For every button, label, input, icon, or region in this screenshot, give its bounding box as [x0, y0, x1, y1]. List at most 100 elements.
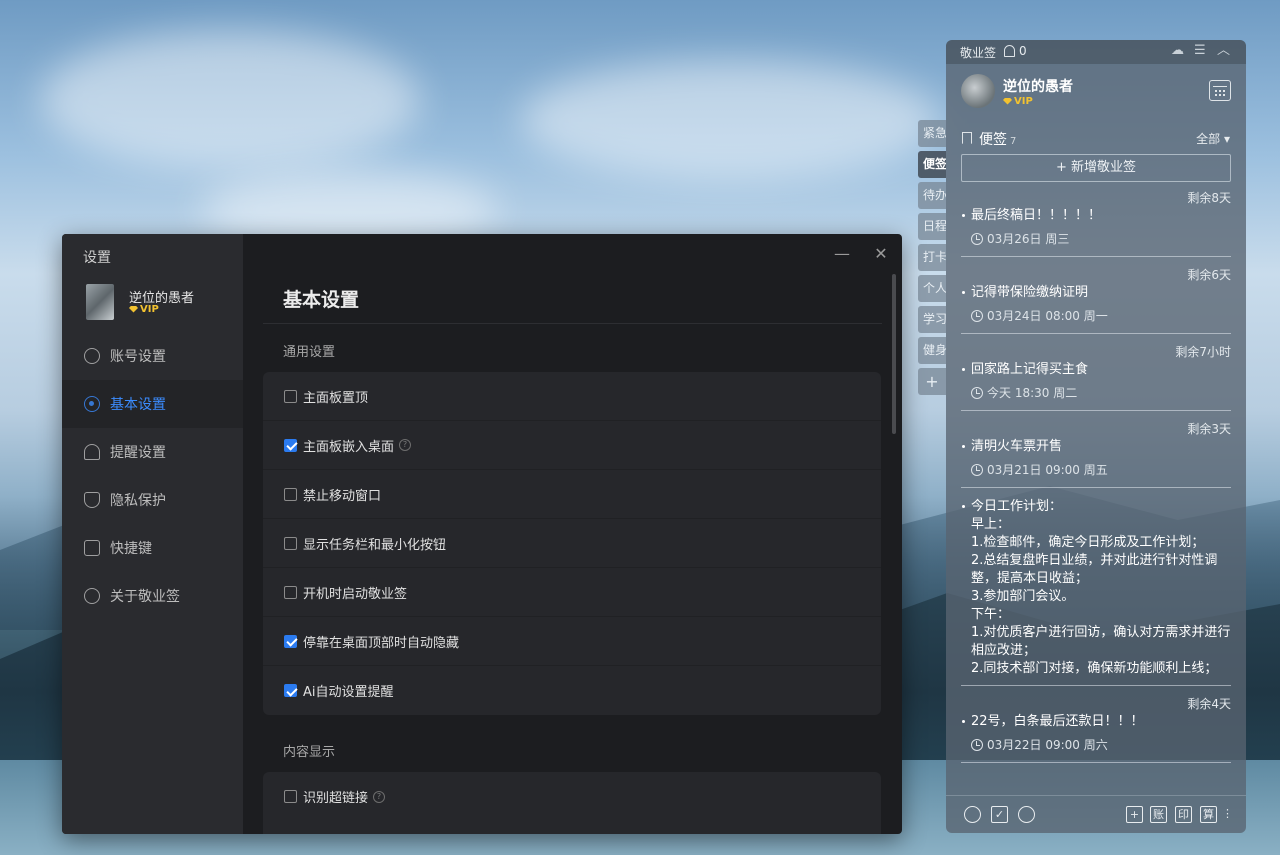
info-icon — [84, 588, 100, 604]
notes-list[interactable]: 剩余8天 最后终稿日！！！！！ 03月26日 周三 剩余6天 记得带保险缴纳证明… — [961, 190, 1231, 794]
tab-checkin[interactable]: 打卡 — [918, 244, 946, 271]
note-text: 记得带保险缴纳证明 — [961, 284, 1231, 302]
collapse-icon[interactable]: ︿ — [1217, 44, 1230, 58]
option-autohide[interactable]: 停靠在桌面顶部时自动隐藏 — [263, 617, 881, 666]
clock-icon — [971, 386, 983, 399]
nav-item-reminder[interactable]: 提醒设置 — [62, 428, 243, 476]
search-icon[interactable] — [1018, 806, 1035, 823]
add-icon[interactable]: + — [1126, 806, 1143, 823]
tab-personal[interactable]: 个人 — [918, 275, 946, 302]
category-tabs: 紧急 便签 待办 日程 打卡 个人 学习 健身 + — [918, 120, 946, 399]
help-icon[interactable]: ? — [399, 439, 412, 451]
nav-item-privacy[interactable]: 隐私保护 — [62, 476, 243, 524]
cloud — [40, 30, 420, 170]
section-label-general: 通用设置 — [283, 345, 336, 360]
note-remaining: 剩余8天 — [1187, 191, 1231, 205]
tab-study[interactable]: 学习 — [918, 306, 946, 333]
calendar-icon[interactable] — [1209, 80, 1231, 101]
add-note-button[interactable]: + 新增敬业签 — [961, 154, 1231, 182]
clock-icon[interactable] — [964, 806, 981, 823]
tab-todo[interactable]: 待办 — [918, 182, 946, 209]
filter-dropdown[interactable]: 全部 ▾ — [1196, 130, 1230, 147]
note-date-text: 03月22日 09:00 周六 — [987, 738, 1108, 752]
nav-item-label: 快捷键 — [110, 541, 152, 557]
option-lock-window[interactable]: 禁止移动窗口 — [263, 470, 881, 519]
avatar — [86, 284, 114, 320]
scrollbar[interactable] — [892, 274, 896, 830]
print-icon[interactable]: 印 — [1175, 806, 1192, 823]
note-date-text: 03月26日 周三 — [987, 232, 1070, 246]
checklist-icon[interactable]: ✓ — [991, 806, 1008, 823]
page-title: 基本设置 — [283, 289, 360, 311]
note-text: 22号，白条最后还款日！！！ — [961, 713, 1231, 731]
checkbox[interactable] — [284, 487, 297, 501]
help-icon[interactable]: ? — [373, 790, 386, 803]
section-title: 便签 7 — [979, 129, 1016, 149]
checkbox[interactable] — [284, 585, 297, 599]
tab-fitness[interactable]: 健身 — [918, 337, 946, 364]
option-embed-desktop[interactable]: 主面板嵌入桌面? — [263, 421, 881, 470]
more-icon[interactable]: ⋮ — [1222, 806, 1233, 823]
bell-icon — [84, 444, 100, 460]
user-profile[interactable]: 逆位的愚者 VIP — [86, 284, 236, 322]
notification-count: 0 — [1019, 44, 1027, 58]
checkbox[interactable] — [284, 536, 297, 550]
checkbox[interactable] — [284, 389, 297, 403]
note-item[interactable]: 剩余8天 最后终稿日！！！！！ 03月26日 周三 — [961, 190, 1231, 257]
option-label: 主面板置顶 — [303, 390, 369, 406]
note-item[interactable]: 剩余7小时 回家路上记得买主食 今天 18:30 周二 — [961, 344, 1231, 411]
option-pin-panel[interactable]: 主面板置顶 — [263, 372, 881, 421]
scrollbar-thumb[interactable] — [892, 274, 896, 434]
nav-item-shortcuts[interactable]: 快捷键 — [62, 524, 243, 572]
cloud-sync-icon[interactable]: ☁ — [1171, 44, 1184, 58]
note-date: 今天 18:30 周二 — [961, 384, 1231, 401]
note-item[interactable]: 今日工作计划： 早上： 1.检查邮件，确定今日形成及工作计划； 2.总结复盘昨日… — [961, 498, 1231, 686]
note-date: 03月26日 周三 — [961, 230, 1231, 247]
note-count: 7 — [1010, 136, 1017, 147]
content-settings-card: 识别超链接? — [263, 772, 881, 834]
user-icon — [84, 348, 100, 364]
shield-icon — [84, 492, 100, 508]
add-tab-button[interactable]: + — [918, 368, 946, 395]
option-show-taskbar[interactable]: 显示任务栏和最小化按钮 — [263, 519, 881, 568]
vip-label: VIP — [140, 304, 159, 315]
checkbox[interactable] — [284, 790, 297, 803]
nav-item-about[interactable]: 关于敬业签 — [62, 572, 243, 620]
close-button[interactable]: ✕ — [871, 246, 891, 262]
notes-bottom-bar: ✓ + 账 印 算 ⋮ — [946, 795, 1246, 833]
option-detect-links[interactable]: 识别超链接? — [263, 772, 881, 821]
ledger-icon[interactable]: 账 — [1150, 806, 1167, 823]
option-label: 识别超链接 — [303, 791, 369, 806]
tab-notes[interactable]: 便签 — [918, 151, 946, 178]
tab-schedule[interactable]: 日程 — [918, 213, 946, 240]
vip-badge: VIP — [129, 304, 159, 315]
section-title-text: 便签 — [979, 132, 1007, 148]
checkbox[interactable] — [284, 684, 297, 697]
calculator-icon[interactable]: 算 — [1200, 806, 1217, 823]
checkbox[interactable] — [284, 438, 297, 452]
bookmark-icon — [962, 132, 972, 144]
menu-icon[interactable]: ☰ — [1194, 44, 1206, 58]
option-ai-reminder[interactable]: Ai自动设置提醒 — [263, 666, 881, 715]
option-autostart[interactable]: 开机时启动敬业签 — [263, 568, 881, 617]
minimize-button[interactable]: — — [832, 246, 852, 262]
note-remaining: 剩余4天 — [1187, 697, 1231, 711]
gem-icon — [129, 305, 138, 313]
keyboard-icon — [84, 540, 100, 556]
checkbox[interactable] — [284, 634, 297, 648]
nav-item-label: 关于敬业签 — [110, 589, 180, 605]
nav-item-basic[interactable]: 基本设置 — [62, 380, 243, 428]
note-item[interactable]: 剩余6天 记得带保险缴纳证明 03月24日 08:00 周一 — [961, 267, 1231, 334]
note-date-text: 今天 18:30 周二 — [987, 386, 1078, 400]
tab-urgent[interactable]: 紧急 — [918, 120, 946, 147]
avatar[interactable] — [961, 74, 995, 108]
settings-content: — ✕ 基本设置 通用设置 主面板置顶 主面板嵌入桌面? 禁止移动窗口 显示任务… — [243, 234, 902, 834]
note-item[interactable]: 剩余4天 22号，白条最后还款日！！！ 03月22日 09:00 周六 — [961, 696, 1231, 763]
note-item[interactable]: 剩余3天 清明火车票开售 03月21日 09:00 周五 — [961, 421, 1231, 488]
nav-item-account[interactable]: 账号设置 — [62, 332, 243, 380]
note-text: 回家路上记得买主食 — [961, 361, 1231, 379]
notes-panel: 敬业签 0 ☁ ☰ ︿ 逆位的愚者 VIP 便签 7 全部 ▾ + 新增敬业签 剩… — [946, 40, 1246, 833]
option-label: Ai自动设置提醒 — [303, 685, 394, 700]
bell-icon[interactable] — [1004, 45, 1015, 57]
note-date-text: 03月21日 09:00 周五 — [987, 463, 1108, 477]
